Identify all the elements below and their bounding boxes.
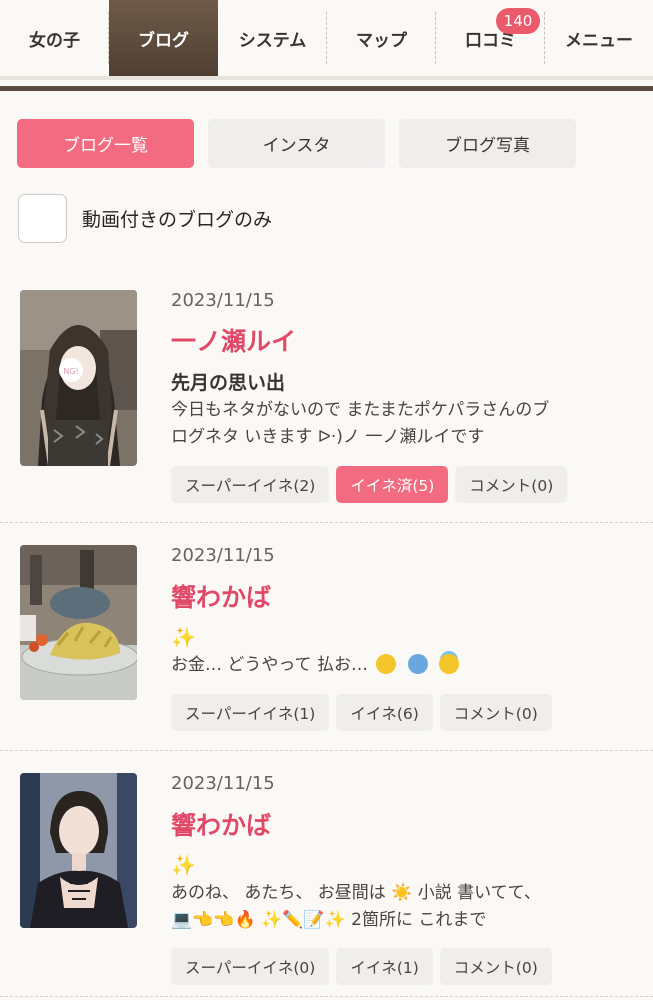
like-button[interactable]: イイネ(6) — [336, 694, 433, 731]
comment-button[interactable]: コメント(0) — [439, 948, 552, 985]
comment-button[interactable]: コメント(0) — [439, 694, 552, 731]
post-author[interactable]: 響わかば — [171, 578, 271, 614]
nav-menu[interactable]: メニュー — [545, 0, 653, 76]
sweat-face-icon — [376, 654, 397, 674]
review-count-badge: 140 — [496, 8, 540, 34]
tab-label: ブログ写真 — [445, 136, 530, 156]
nav-accent-bar — [0, 86, 653, 91]
super-like-button[interactable]: スーパーイイネ(0) — [171, 948, 330, 985]
tab-instagram[interactable]: インスタ — [208, 119, 385, 168]
nav-label: ブログ — [138, 30, 189, 51]
post-thumbnail[interactable] — [20, 545, 137, 700]
woman-photo-icon — [20, 773, 137, 928]
post-divider — [0, 996, 653, 997]
angel-face-icon — [439, 654, 460, 674]
post-excerpt: 今日もネタがないので またまたポケパラさんのブ ログネタ いきます ᐅ·)ノ 一… — [171, 397, 631, 451]
post-excerpt: ✨ お金… どうやって 払お… — [171, 624, 631, 679]
post-divider — [0, 522, 653, 523]
nav-divider — [0, 76, 653, 80]
tab-label: インスタ — [262, 136, 331, 156]
woman-photo-icon: NG! — [20, 290, 137, 466]
tab-label: ブログ一覧 — [63, 136, 148, 156]
excerpt-line: 今日もネタがないので またまたポケパラさんのブ — [171, 400, 550, 420]
post-divider — [0, 750, 653, 751]
post-author[interactable]: 響わかば — [171, 806, 271, 842]
sparkle-emoji: ✨ — [171, 853, 196, 877]
post-date: 2023/11/15 — [171, 545, 275, 566]
post-thumbnail[interactable]: NG! — [20, 290, 137, 466]
tab-blog-list[interactable]: ブログ一覧 — [17, 119, 194, 168]
excerpt-line: ログネタ いきます ᐅ·)ノ 一ノ瀬ルイです — [171, 427, 485, 447]
video-only-checkbox[interactable] — [18, 194, 67, 243]
nav-blog[interactable]: ブログ — [109, 0, 218, 76]
nav-label: システム — [238, 30, 307, 51]
excerpt-line: あのね、 あたち、 お昼間は ☀️ 小説 書いてて、 — [171, 883, 541, 903]
post-author[interactable]: 一ノ瀬ルイ — [171, 322, 296, 358]
top-nav: 女の子 ブログ システム マップ 口コミ 140 メニュー — [0, 0, 653, 76]
nav-label: メニュー — [565, 30, 633, 51]
post-date: 2023/11/15 — [171, 290, 275, 311]
post-actions: スーパーイイネ(0) イイネ(1) コメント(0) — [171, 948, 552, 985]
excerpt-line: 💻👈👈🔥 ✨✏️📝✨ 2箇所に これまで — [171, 910, 487, 930]
post-thumbnail[interactable] — [20, 773, 137, 928]
nav-label: マップ — [356, 30, 407, 51]
nav-map[interactable]: マップ — [327, 0, 436, 76]
tab-blog-photos[interactable]: ブログ写真 — [399, 119, 576, 168]
super-like-button[interactable]: スーパーイイネ(2) — [171, 466, 330, 503]
food-photo-icon — [20, 545, 137, 700]
nav-system[interactable]: システム — [218, 0, 327, 76]
post-actions: スーパーイイネ(1) イイネ(6) コメント(0) — [171, 694, 552, 731]
video-only-label: 動画付きのブログのみ — [82, 209, 273, 231]
post-excerpt: ✨ あのね、 あたち、 お昼間は ☀️ 小説 書いてて、 💻👈👈🔥 ✨✏️📝✨ … — [171, 852, 631, 934]
post-title[interactable]: 先月の思い出 — [171, 368, 285, 395]
excerpt-line: お金… どうやって 払お… — [171, 652, 631, 679]
comment-button[interactable]: コメント(0) — [455, 466, 568, 503]
like-button[interactable]: イイネ(1) — [336, 948, 433, 985]
excerpt-text: お金… どうやって 払お… — [171, 655, 368, 675]
svg-text:NG!: NG! — [63, 367, 78, 376]
like-button[interactable]: イイネ済(5) — [336, 466, 449, 503]
post-date: 2023/11/15 — [171, 773, 275, 794]
nav-label: 女の子 — [29, 30, 80, 51]
nav-girls[interactable]: 女の子 — [0, 0, 109, 76]
video-only-filter[interactable]: 動画付きのブログのみ — [18, 194, 272, 243]
post-actions: スーパーイイネ(2) イイネ済(5) コメント(0) — [171, 466, 568, 503]
scream-face-icon — [407, 654, 428, 674]
nav-reviews[interactable]: 口コミ 140 — [436, 0, 545, 76]
super-like-button[interactable]: スーパーイイネ(1) — [171, 694, 330, 731]
sparkle-emoji: ✨ — [171, 625, 196, 649]
